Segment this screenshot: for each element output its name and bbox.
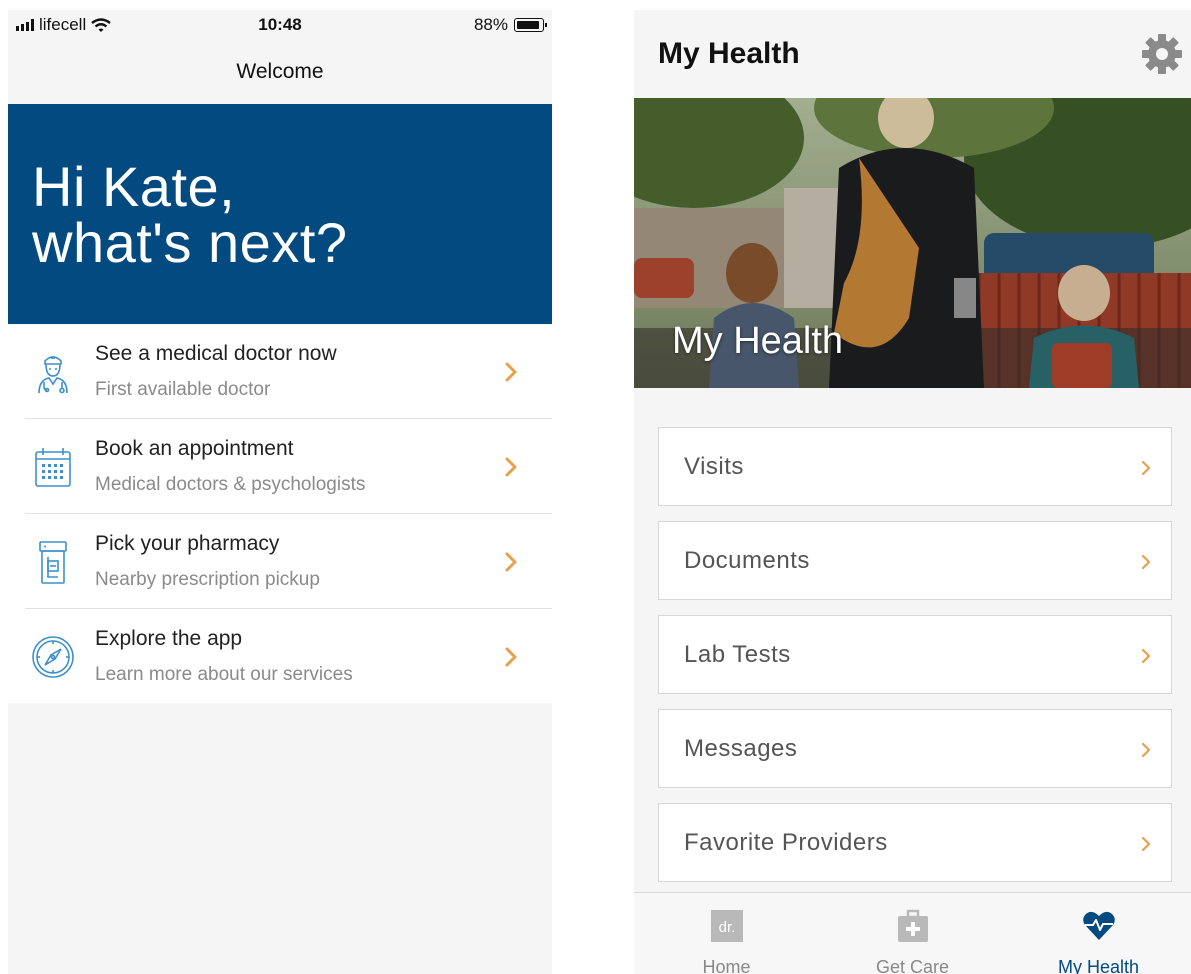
menu-item-title: Book an appointment: [95, 437, 294, 460]
welcome-hero: Hi Kate, what's next?: [8, 104, 552, 324]
family-banner-photo: My Health: [634, 98, 1191, 388]
dr-logo-icon: dr.: [711, 910, 743, 942]
compass-icon: [32, 636, 74, 678]
nav-title: Welcome: [236, 60, 324, 83]
menu-item-book-appointment[interactable]: Book an appointment Medical doctors & ps…: [8, 420, 552, 514]
gear-icon[interactable]: [1139, 31, 1185, 77]
chevron-right-icon: [1141, 742, 1151, 758]
chevron-right-icon: [1141, 460, 1151, 476]
svg-text:dr.: dr.: [719, 919, 736, 936]
tab-label: My Health: [1057, 957, 1140, 974]
battery-icon: [514, 18, 547, 32]
status-time: 10:48: [258, 15, 302, 34]
chevron-right-icon: [1141, 554, 1151, 570]
medical-kit-icon: [898, 909, 928, 942]
menu-item-explore-app[interactable]: Explore the app Learn more about our ser…: [8, 610, 552, 704]
calendar-icon: [35, 448, 71, 487]
chevron-right-icon: [1141, 836, 1151, 852]
page-title: My Health: [658, 37, 800, 70]
health-item-messages[interactable]: Messages: [658, 709, 1172, 788]
chevron-right-icon: [505, 552, 517, 572]
menu-item-subtitle: Nearby prescription pickup: [95, 569, 320, 590]
health-item-label: Messages: [684, 735, 798, 762]
menu-item-title: Explore the app: [95, 627, 243, 650]
tab-get-care[interactable]: Get Care: [820, 893, 1005, 974]
tab-label: Home: [702, 957, 751, 974]
screen-header: My Health: [634, 10, 1191, 98]
chevron-right-icon: [505, 647, 517, 667]
health-item-visits[interactable]: Visits: [658, 427, 1172, 506]
health-item-lab-tests[interactable]: Lab Tests: [658, 615, 1172, 694]
action-menu: See a medical doctor now First available…: [8, 325, 552, 703]
doctor-icon: [38, 356, 68, 394]
health-item-label: Visits: [684, 453, 744, 480]
tab-my-health[interactable]: My Health: [1006, 893, 1191, 974]
chevron-right-icon: [505, 362, 517, 382]
my-health-screen: My Health My Health Visits Documents Lab…: [634, 10, 1191, 974]
banner-title: My Health: [672, 320, 844, 362]
health-item-documents[interactable]: Documents: [658, 521, 1172, 600]
menu-item-pick-pharmacy[interactable]: Pick your pharmacy Nearby prescription p…: [8, 515, 552, 609]
menu-item-subtitle: Learn more about our services: [95, 664, 353, 685]
tab-home[interactable]: dr. Home: [634, 893, 819, 974]
health-item-favorite-providers[interactable]: Favorite Providers: [658, 803, 1172, 882]
chevron-right-icon: [505, 457, 517, 477]
chevron-right-icon: [1141, 648, 1151, 664]
status-bar: lifecell 10:48 88%: [8, 10, 552, 42]
battery-percent: 88%: [473, 15, 508, 34]
health-item-label: Documents: [684, 547, 810, 574]
bottom-tab-bar: dr. Home Get Care My Health: [634, 892, 1191, 974]
menu-item-title: Pick your pharmacy: [95, 532, 280, 555]
menu-item-title: See a medical doctor now: [95, 342, 337, 365]
tab-label: Get Care: [875, 957, 950, 974]
health-item-label: Favorite Providers: [684, 829, 888, 856]
welcome-screen: lifecell 10:48 88% Welcome Hi Kate, what…: [8, 10, 552, 974]
health-item-label: Lab Tests: [684, 641, 791, 668]
menu-item-subtitle: Medical doctors & psychologists: [95, 474, 366, 495]
menu-item-see-doctor[interactable]: See a medical doctor now First available…: [8, 325, 552, 419]
menu-item-subtitle: First available doctor: [95, 379, 271, 400]
heart-pulse-icon: [1083, 911, 1115, 940]
hero-question: what's next?: [32, 211, 348, 274]
pill-bottle-icon: [39, 541, 67, 584]
